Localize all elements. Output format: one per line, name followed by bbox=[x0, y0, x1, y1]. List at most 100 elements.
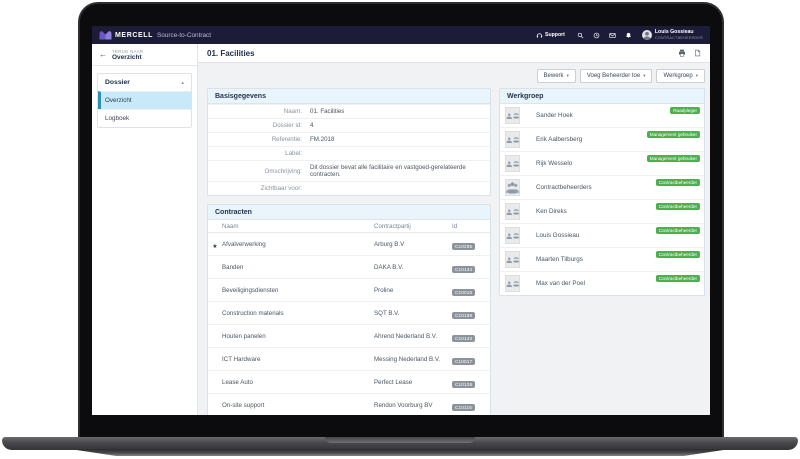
list-item[interactable]: Contractbeheerders Contractbeheerder bbox=[500, 176, 704, 200]
notifications-icon[interactable] bbox=[625, 32, 632, 39]
contract-id-badge: C10128 bbox=[452, 381, 476, 388]
table-row[interactable]: ★ Lease Auto Perfect Lease C10128 bbox=[208, 371, 490, 394]
table-row[interactable]: ★ Houten panelen Ahrend Nederland B.V. C… bbox=[208, 325, 490, 348]
laptop-hinge-notch bbox=[325, 437, 475, 443]
document-icon[interactable] bbox=[694, 49, 701, 57]
field-row: Label: bbox=[208, 146, 490, 160]
column-naam: Naam bbox=[222, 222, 239, 230]
voeg-beheerder-toe-button[interactable]: Voeg Beheerder toe ▾ bbox=[579, 69, 653, 83]
back-target-label: Overzicht bbox=[112, 54, 142, 61]
contracten-panel: Contracten Naam Contractpartij Id ★ Afva… bbox=[207, 204, 491, 415]
group-icon bbox=[512, 232, 519, 239]
werkgroep-title: Werkgroep bbox=[500, 89, 704, 104]
member-avatar bbox=[505, 275, 520, 292]
field-label: Zichtbaar voor: bbox=[260, 185, 302, 192]
table-row[interactable]: ★ Beveiligingsdiensten Proline C10016 bbox=[208, 279, 490, 302]
werkgroep-panel: Werkgroep Sander Hoek Raadpleger Erik Aa… bbox=[499, 88, 705, 296]
group-icon bbox=[512, 160, 519, 167]
member-role-badge: Raadpleger bbox=[670, 106, 700, 114]
group-icon bbox=[512, 136, 519, 143]
list-item[interactable]: Erik Aalbersberg Management gebruiker bbox=[500, 128, 704, 152]
member-name: Erik Aalbersberg bbox=[536, 136, 583, 143]
contract-party: Ahrend Nederland B.V. bbox=[374, 332, 438, 340]
werkgroep-button[interactable]: Werkgroep ▾ bbox=[656, 69, 705, 83]
voeg-beheerder-toe-button-label: Voeg Beheerder toe bbox=[586, 73, 641, 79]
back-button[interactable]: ← TERUG NAAR Overzicht bbox=[92, 44, 197, 66]
table-row[interactable]: ★ On-site support Rendon Voorburg BV C10… bbox=[208, 394, 490, 415]
list-item[interactable]: Sander Hoek Raadpleger bbox=[500, 104, 704, 128]
member-role-badge: Contractbeheerder bbox=[655, 178, 700, 186]
member-role-badge: Management gebruiker bbox=[646, 130, 700, 138]
contract-party: Rendon Voorburg BV bbox=[374, 401, 433, 409]
bewerk-button[interactable]: Bewerk ▾ bbox=[536, 69, 576, 83]
basisgegevens-title: Basisgegevens bbox=[208, 89, 490, 104]
werkgroep-button-label: Werkgroep bbox=[663, 73, 693, 79]
contract-id-badge: C10143 bbox=[452, 335, 476, 342]
contracten-table-body: ★ Afvalverwerking Arburg B.V C10265 ★ bbox=[208, 233, 490, 415]
list-item[interactable]: Rijk Wesselo Management gebruiker bbox=[500, 152, 704, 176]
member-avatar bbox=[505, 179, 520, 196]
sidebar-item-overzicht[interactable]: Overzicht bbox=[98, 91, 191, 109]
bewerk-button-label: Bewerk bbox=[543, 73, 564, 79]
contract-party: Proline bbox=[374, 286, 394, 294]
contract-name: Construction materials bbox=[222, 309, 284, 317]
field-value: 01. Facilities bbox=[310, 108, 345, 115]
field-row: Referentie: FM.2018 bbox=[208, 132, 490, 146]
support-button[interactable]: Support bbox=[536, 32, 565, 39]
search-icon[interactable] bbox=[577, 32, 584, 39]
group-icon bbox=[506, 182, 519, 194]
member-avatar bbox=[505, 203, 520, 220]
list-item[interactable]: Max van der Poel Contractbeheerder bbox=[500, 272, 704, 295]
contract-id-badge: C10265 bbox=[452, 243, 476, 250]
table-row[interactable]: ★ Afvalverwerking Arburg B.V C10265 bbox=[208, 233, 490, 256]
content: Bewerk ▾ Voeg Beheerder toe ▾ Werkgroep … bbox=[198, 63, 710, 415]
member-avatar bbox=[505, 131, 520, 148]
basisgegevens-fields: Naam: 01. Facilities Dossier id: 4 Refer… bbox=[208, 104, 490, 195]
mail-icon[interactable] bbox=[609, 32, 616, 39]
list-item[interactable]: Ken Direks Contractbeheerder bbox=[500, 200, 704, 224]
field-row: Naam: 01. Facilities bbox=[208, 104, 490, 118]
chevron-down-icon: ▾ bbox=[566, 73, 569, 78]
sidebar-menu-header[interactable]: Dossier ▴ bbox=[98, 74, 191, 91]
sidebar-menu: Dossier ▴ Overzicht Logboek bbox=[97, 73, 192, 128]
history-icon[interactable] bbox=[593, 32, 600, 39]
field-label: Referentie: bbox=[271, 136, 302, 143]
list-item[interactable]: Maarten Tilburgs Contractbeheerder bbox=[500, 248, 704, 272]
sidebar-item-logboek[interactable]: Logboek bbox=[98, 109, 191, 127]
field-value: 4 bbox=[310, 122, 314, 129]
page-title: 01. Facilities bbox=[207, 48, 255, 58]
contract-id-badge: C10017 bbox=[452, 358, 476, 365]
laptop-screen: MERCELL Source-to-Contract Support Louis… bbox=[92, 26, 710, 415]
laptop-base bbox=[2, 437, 798, 450]
contract-party: Messing Nederland B.V. bbox=[374, 355, 441, 363]
werkgroep-list: Sander Hoek Raadpleger Erik Aalbersberg … bbox=[500, 104, 704, 295]
member-role-badge: Contractbeheerder bbox=[655, 226, 700, 234]
basisgegevens-panel: Basisgegevens Naam: 01. Facilities Dossi… bbox=[207, 88, 491, 196]
member-avatar bbox=[505, 107, 520, 124]
contract-name: On-site support bbox=[222, 401, 265, 409]
table-row[interactable]: ★ ICT Hardware Messing Nederland B.V. C1… bbox=[208, 348, 490, 371]
contract-party: Perfect Lease bbox=[374, 378, 413, 386]
contract-id-badge: C10189 bbox=[452, 312, 476, 319]
print-icon[interactable] bbox=[678, 49, 686, 57]
contract-party: DAKA B.V. bbox=[374, 263, 404, 271]
contract-name: Houten panelen bbox=[222, 332, 266, 340]
table-row[interactable]: ★ Banden DAKA B.V. C10144 bbox=[208, 256, 490, 279]
member-role-badge: Contractbeheerder bbox=[655, 202, 700, 210]
favorite-icon[interactable]: ★ bbox=[212, 244, 217, 250]
member-name: Louis Gossieau bbox=[536, 232, 580, 239]
table-row[interactable]: ★ Construction materials SQT B.V. C10189 bbox=[208, 302, 490, 325]
mercell-logo-icon bbox=[99, 31, 112, 40]
member-name: Rijk Wesselo bbox=[536, 160, 573, 167]
field-label: Naam: bbox=[283, 108, 302, 115]
field-row: Omschrijving: Dit dossier bevat alle fac… bbox=[208, 160, 490, 181]
field-value: FM.2018 bbox=[310, 136, 335, 143]
user-avatar bbox=[641, 30, 652, 40]
contract-party: SQT B.V. bbox=[374, 309, 400, 317]
group-icon bbox=[512, 208, 519, 215]
toolbar: Bewerk ▾ Voeg Beheerder toe ▾ Werkgroep … bbox=[207, 69, 705, 83]
list-item[interactable]: Louis Gossieau Contractbeheerder bbox=[500, 224, 704, 248]
member-name: Sander Hoek bbox=[536, 112, 573, 119]
contract-name: Afvalverwerking bbox=[222, 240, 266, 248]
user-menu[interactable]: Louis Gossieau CONTRACTBEHEERDER bbox=[641, 29, 703, 40]
